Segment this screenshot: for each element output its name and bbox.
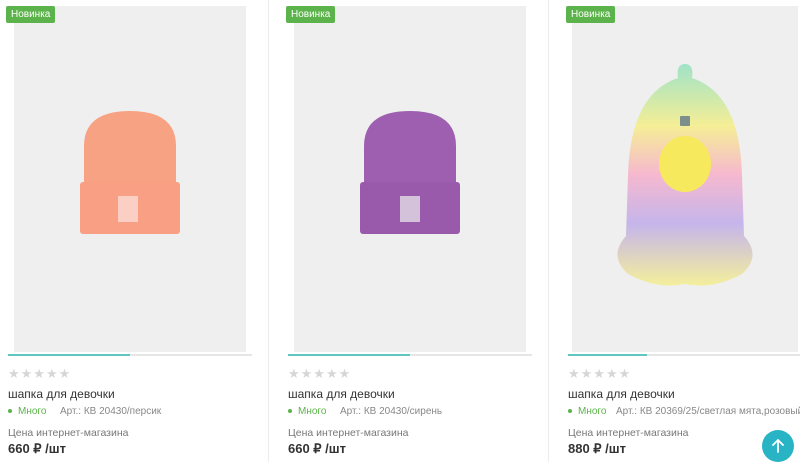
card-divider bbox=[548, 0, 549, 462]
image-slider-indicator[interactable] bbox=[568, 354, 800, 356]
new-badge: Новинка bbox=[6, 6, 56, 23]
rating-stars[interactable]: ★★★★★ bbox=[288, 366, 351, 382]
product-image[interactable] bbox=[14, 6, 246, 352]
peach-beanie-image bbox=[80, 111, 180, 234]
stock-dot-icon bbox=[288, 409, 292, 414]
product-article: Арт.: КВ 20430/персик bbox=[60, 406, 162, 417]
scroll-to-top-button[interactable] bbox=[762, 430, 794, 462]
stock-dot-icon bbox=[568, 409, 572, 414]
product-name[interactable]: шапка для девочки bbox=[8, 387, 115, 401]
new-badge: Новинка bbox=[286, 6, 336, 23]
product-article: Арт.: КВ 20369/25/светлая мята,розовый bbox=[616, 406, 800, 417]
product-grid: Новинка ★★★★★ шапка для девочки Много Ар… bbox=[0, 0, 800, 462]
product-name[interactable]: шапка для девочки bbox=[568, 387, 675, 401]
product-price: 660 ₽ /шт bbox=[8, 441, 66, 456]
product-card[interactable]: Новинка ★★★★★ шапка для девочки Много Ар… bbox=[560, 0, 800, 462]
image-slider-indicator[interactable] bbox=[288, 354, 532, 356]
stock-status: Много bbox=[8, 406, 46, 417]
price-label: Цена интернет-магазина bbox=[288, 427, 409, 439]
image-slider-indicator[interactable] bbox=[8, 354, 252, 356]
product-image[interactable] bbox=[572, 6, 798, 352]
stock-dot-icon bbox=[8, 409, 12, 414]
product-card[interactable]: Новинка ★★★★★ шапка для девочки Много Ар… bbox=[280, 0, 548, 462]
arrow-up-icon bbox=[772, 439, 784, 453]
price-label: Цена интернет-магазина bbox=[8, 427, 129, 439]
product-price: 660 ₽ /шт bbox=[288, 441, 346, 456]
new-badge: Новинка bbox=[566, 6, 616, 23]
stock-status: Много bbox=[288, 406, 326, 417]
rating-stars[interactable]: ★★★★★ bbox=[8, 366, 71, 382]
product-card[interactable]: Новинка ★★★★★ шапка для девочки Много Ар… bbox=[0, 0, 268, 462]
product-article: Арт.: КВ 20430/сирень bbox=[340, 406, 443, 417]
stock-status: Много bbox=[568, 406, 606, 417]
price-label: Цена интернет-магазина bbox=[568, 427, 689, 439]
card-divider bbox=[268, 0, 269, 462]
product-image[interactable] bbox=[294, 6, 526, 352]
rainbow-balaclava-image bbox=[617, 64, 753, 286]
product-price: 880 ₽ /шт bbox=[568, 441, 626, 456]
product-name[interactable]: шапка для девочки bbox=[288, 387, 395, 401]
lilac-beanie-image bbox=[360, 111, 460, 234]
rating-stars[interactable]: ★★★★★ bbox=[568, 366, 631, 382]
